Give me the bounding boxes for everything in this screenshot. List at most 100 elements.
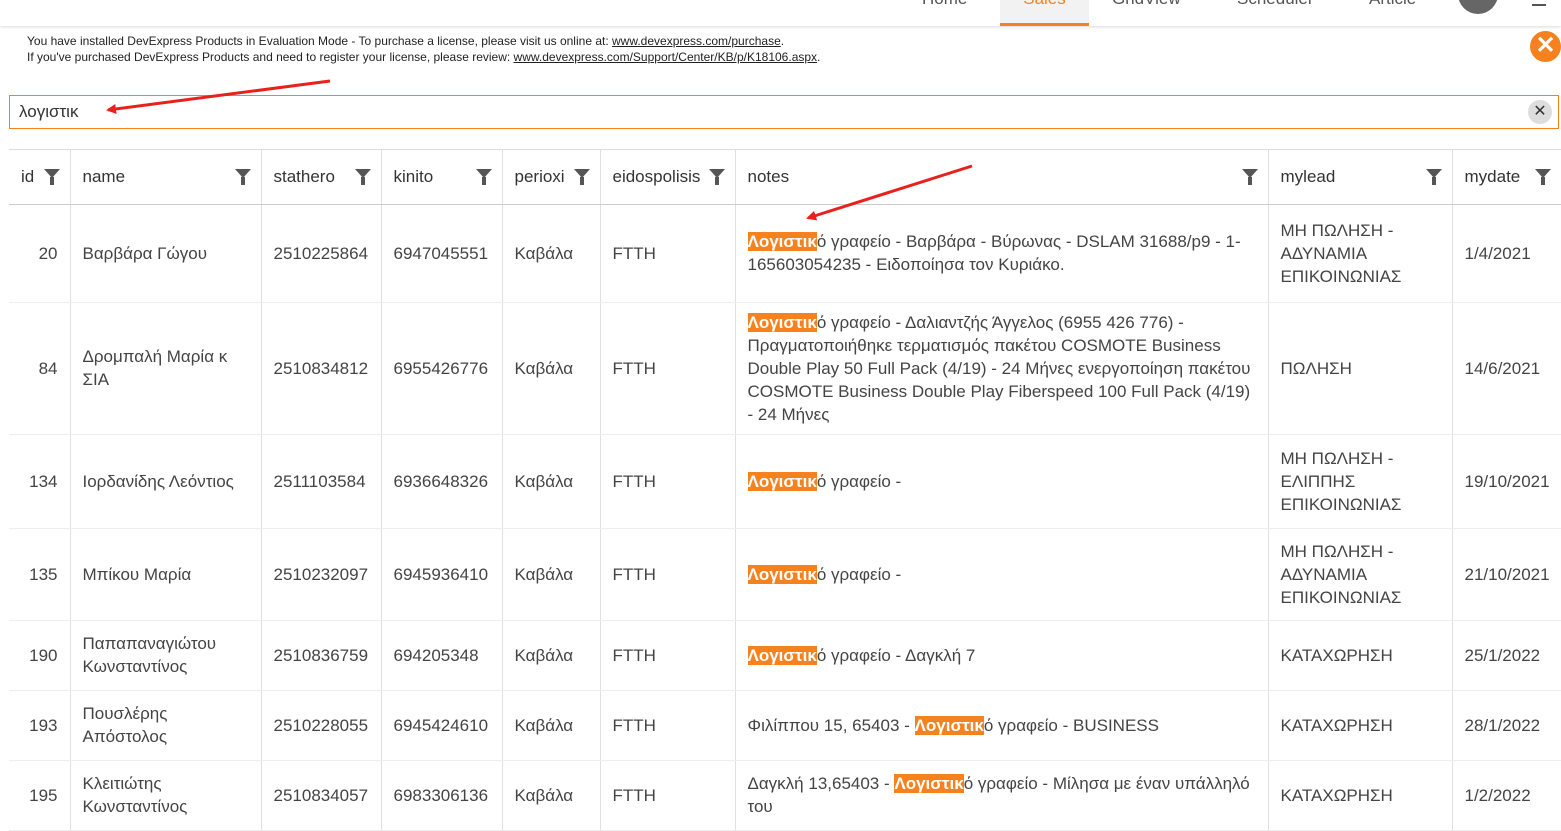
nav-tab-sales[interactable]: Sales <box>1000 0 1089 26</box>
cell-perioxi: Καβάλα <box>502 434 601 529</box>
clear-search-icon[interactable]: ✕ <box>1528 100 1552 124</box>
cell-notes: Λογιστικό γραφείο - <box>735 434 1269 529</box>
filter-icon[interactable] <box>475 169 492 185</box>
banner-line-2: If you've purchased DevExpress Products … <box>27 50 821 64</box>
cell-stathero: 2510836759 <box>261 620 382 691</box>
cell-mydate: 1/4/2021 <box>1452 204 1561 303</box>
cell-notes: Λογιστικό γραφείο - Δαγκλή 7 <box>735 620 1269 691</box>
cell-stathero: 2510834812 <box>261 302 382 435</box>
column-header-kinito[interactable]: kinito <box>381 150 503 205</box>
table-row[interactable]: 134 Ιορδανίδης Λεόντιος 2511103584 69366483… <box>9 434 1561 529</box>
filter-icon[interactable] <box>708 169 725 185</box>
cell-stathero: 2510232097 <box>261 528 382 621</box>
cell-id: 20 <box>9 204 71 303</box>
grid-header-row: id name stathero kinito perioxi eidospolisis n… <box>9 150 1561 205</box>
cell-id: 134 <box>9 434 71 529</box>
nav-tab-article[interactable]: Article <box>1369 0 1416 26</box>
search-input[interactable] <box>19 100 1419 124</box>
cell-kinito: 6945424610 <box>381 690 503 761</box>
column-header-perioxi[interactable]: perioxi <box>502 150 601 205</box>
table-row[interactable]: 135 Μπίκου Μαρία 2510232097 6945936410 Καβάλ… <box>9 528 1561 621</box>
cell-perioxi: Καβάλα <box>502 690 601 761</box>
search-highlight: Λογιστικ <box>747 564 817 584</box>
cell-mylead: ΚΑΤΑΧΩΡΗΣΗ <box>1268 620 1453 691</box>
cell-mydate: 14/6/2021 <box>1452 302 1561 435</box>
cell-kinito: 6936648326 <box>381 434 503 529</box>
cell-eidos: FTTH <box>600 302 736 435</box>
cell-mylead: ΚΑΤΑΧΩΡΗΣΗ <box>1268 690 1453 761</box>
cell-perioxi: Καβάλα <box>502 204 601 303</box>
cell-kinito: 6947045551 <box>381 204 503 303</box>
table-row[interactable]: 84 Δρομπαλή Μαρία κ ΣΙΑ 2510834812 69554267… <box>9 302 1561 435</box>
purchase-link[interactable]: www.devexpress.com/purchase <box>612 34 781 48</box>
cell-eidos: FTTH <box>600 204 736 303</box>
cell-mydate: 25/1/2022 <box>1452 620 1561 691</box>
cell-notes: Φιλίππου 15, 65403 - Λογιστικό γραφείο -… <box>735 690 1269 761</box>
column-header-id[interactable]: id <box>9 150 71 205</box>
cell-notes: Δαγκλή 13,65403 - Λογιστικό γραφείο - Μί… <box>735 760 1269 831</box>
cell-kinito: 694205348 <box>381 620 503 691</box>
cell-mydate: 28/1/2022 <box>1452 690 1561 761</box>
avatar[interactable] <box>1458 0 1498 14</box>
cell-eidos: FTTH <box>600 690 736 761</box>
cell-kinito: 6983306136 <box>381 760 503 831</box>
search-highlight: Λογιστικ <box>747 232 817 251</box>
cell-name: Μπίκου Μαρία <box>70 528 262 621</box>
cell-mydate: 19/10/2021 <box>1452 434 1561 529</box>
cell-notes: Λογιστικό γραφείο - Δαλιαντζής Άγγελος (… <box>735 302 1269 435</box>
cell-id: 193 <box>9 690 71 761</box>
cell-eidos: FTTH <box>600 434 736 529</box>
nav-tab-home[interactable]: Home <box>922 0 967 26</box>
cell-perioxi: Καβάλα <box>502 620 601 691</box>
cell-notes: Λογιστικό γραφείο - Βαρβάρα - Βύρωνας - … <box>735 204 1269 303</box>
cell-mydate: 21/10/2021 <box>1452 528 1561 621</box>
search-highlight: Λογιστικ <box>747 312 817 332</box>
filter-icon[interactable] <box>1241 169 1258 185</box>
nav-tab-gridview[interactable]: GridView <box>1112 0 1181 26</box>
column-header-notes[interactable]: notes <box>735 150 1269 205</box>
cell-mylead: ΜΗ ΠΩΛΗΣΗ - ΑΔΥΝΑΜΙΑ ΕΠΙΚΟΙΝΩΝΙΑΣ <box>1268 204 1453 303</box>
column-header-stathero[interactable]: stathero <box>261 150 382 205</box>
filter-icon[interactable] <box>234 169 251 185</box>
table-row[interactable]: 20 Βαρβάρα Γώγου 2510225864 6947045551 Καβάλ… <box>9 204 1561 303</box>
cell-name: Κλειτιώτης Κωνσταντίνος <box>70 760 262 831</box>
table-row[interactable]: 190 Παπαπαναγιώτου Κωνσταντίνος 2510836759… <box>9 620 1561 691</box>
banner-line-1: You have installed DevExpress Products i… <box>27 34 785 48</box>
cell-eidos: FTTH <box>600 760 736 831</box>
filter-icon[interactable] <box>1425 169 1442 185</box>
cell-mylead: ΜΗ ΠΩΛΗΣΗ - ΑΔΥΝΑΜΙΑ ΕΠΙΚΟΙΝΩΝΙΑΣ <box>1268 528 1453 621</box>
column-header-mylead[interactable]: mylead <box>1268 150 1453 205</box>
banner-close-icon[interactable]: ✕ <box>1530 31 1561 62</box>
filter-icon[interactable] <box>354 169 371 185</box>
search-box: ✕ <box>9 95 1559 129</box>
evaluation-banner: You have installed DevExpress Products i… <box>27 33 820 65</box>
cell-mydate: 1/2/2022 <box>1452 760 1561 831</box>
register-link[interactable]: www.devexpress.com/Support/Center/KB/p/K… <box>514 50 818 64</box>
cell-mylead: ΠΩΛΗΣΗ <box>1268 302 1453 435</box>
search-highlight: Λογιστικ <box>894 774 964 793</box>
menu-icon[interactable] <box>1532 4 1546 6</box>
table-row[interactable]: 195 Κλειτιώτης Κωνσταντίνος 2510834057 6983… <box>9 760 1561 831</box>
column-header-mydate[interactable]: mydate <box>1452 150 1561 205</box>
cell-stathero: 2510834057 <box>261 760 382 831</box>
table-row[interactable]: 193 Πουσλέρης Απόστολος 2510228055 69454246… <box>9 690 1561 761</box>
filter-icon[interactable] <box>1534 169 1551 185</box>
cell-stathero: 2510228055 <box>261 690 382 761</box>
cell-notes: Λογιστικό γραφείο - <box>735 528 1269 621</box>
cell-kinito: 6945936410 <box>381 528 503 621</box>
cell-perioxi: Καβάλα <box>502 760 601 831</box>
cell-perioxi: Καβάλα <box>502 302 601 435</box>
cell-stathero: 2511103584 <box>261 434 382 529</box>
cell-mylead: ΜΗ ΠΩΛΗΣΗ - ΕΛΙΠΠΗΣ ΕΠΙΚΟΙΝΩΝΙΑΣ <box>1268 434 1453 529</box>
cell-stathero: 2510225864 <box>261 204 382 303</box>
cell-id: 84 <box>9 302 71 435</box>
filter-icon[interactable] <box>573 169 590 185</box>
cell-name: Ιορδανίδης Λεόντιος <box>70 434 262 529</box>
cell-name: Πουσλέρης Απόστολος <box>70 690 262 761</box>
filter-icon[interactable] <box>43 169 60 185</box>
column-header-name[interactable]: name <box>70 150 262 205</box>
cell-eidos: FTTH <box>600 528 736 621</box>
search-highlight: Λογιστικ <box>914 715 984 735</box>
nav-tab-scheduler[interactable]: Scheduler <box>1237 0 1314 26</box>
column-header-eidospolisis[interactable]: eidospolisis <box>600 150 736 205</box>
